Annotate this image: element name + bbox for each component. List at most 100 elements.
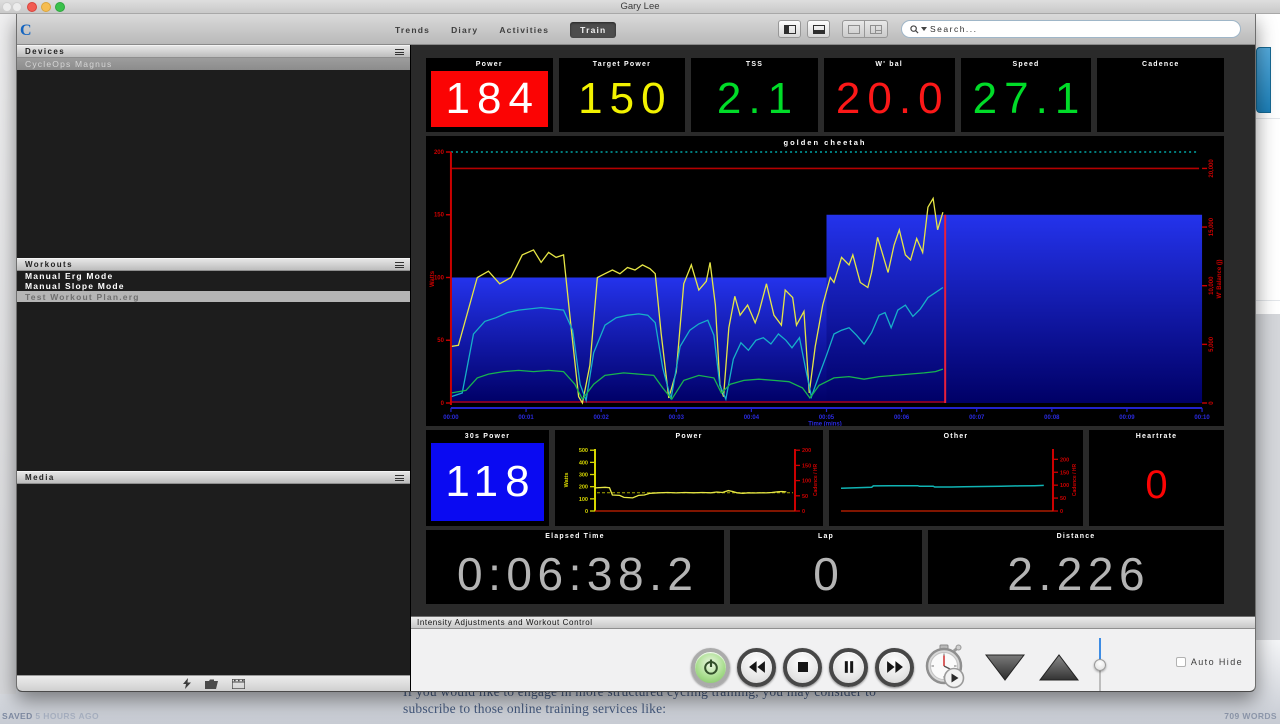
svg-text:00:01: 00:01 bbox=[518, 415, 534, 421]
svg-text:500: 500 bbox=[579, 448, 588, 454]
background-document-text: subscribe to those online training servi… bbox=[403, 701, 666, 717]
auto-hide-label: Auto Hide bbox=[1191, 657, 1243, 667]
svg-text:50: 50 bbox=[802, 494, 808, 500]
workout-item-test-plan[interactable]: Test Workout Plan.erg bbox=[17, 291, 410, 302]
svg-text:0: 0 bbox=[441, 401, 445, 407]
tiled-view-button[interactable] bbox=[865, 20, 888, 38]
svg-text:50: 50 bbox=[1060, 496, 1066, 502]
svg-text:Cadence / HR: Cadence / HR bbox=[1072, 463, 1078, 496]
search-placeholder: Search... bbox=[930, 24, 978, 34]
svg-text:W' Balance (j): W' Balance (j) bbox=[1217, 259, 1223, 298]
svg-text:0: 0 bbox=[585, 509, 588, 515]
layout-toggle-buttons bbox=[778, 20, 888, 38]
stop-button[interactable] bbox=[783, 648, 822, 687]
workout-plot-title: golden cheetah bbox=[426, 136, 1224, 149]
svg-text:Cadence / HR: Cadence / HR bbox=[813, 463, 819, 496]
divider bbox=[1256, 300, 1280, 301]
toggle-sidebar-button[interactable] bbox=[778, 20, 801, 38]
wbal-tile: W' bal 20.0 bbox=[824, 58, 955, 132]
svg-text:100: 100 bbox=[1060, 483, 1069, 489]
connect-power-button[interactable] bbox=[691, 648, 730, 687]
intensity-up-button[interactable] bbox=[1039, 654, 1079, 681]
lap-tile: Lap 0 bbox=[730, 530, 922, 604]
svg-text:400: 400 bbox=[579, 460, 588, 466]
lightning-icon[interactable] bbox=[183, 678, 191, 689]
rewind-icon bbox=[747, 657, 767, 677]
svg-text:200: 200 bbox=[802, 448, 811, 454]
rewind-button[interactable] bbox=[737, 648, 776, 687]
cadence-tile: Cadence 83 bbox=[1097, 58, 1224, 132]
open-folder-icon[interactable] bbox=[205, 679, 218, 689]
power-tile: Power 184 bbox=[426, 58, 553, 132]
fast-forward-button[interactable] bbox=[875, 648, 914, 687]
svg-text:00:09: 00:09 bbox=[1119, 415, 1135, 421]
search-input[interactable]: Search... bbox=[901, 20, 1241, 38]
pause-button[interactable] bbox=[829, 648, 868, 687]
intensity-down-button[interactable] bbox=[985, 654, 1025, 681]
menu-icon[interactable] bbox=[395, 49, 404, 57]
auto-hide-control[interactable]: Auto Hide bbox=[1176, 657, 1243, 667]
train-main-area: Power 184 Target Power 150 TSS 2.1 W' ba… bbox=[411, 45, 1255, 691]
tab-train[interactable]: Train bbox=[570, 22, 616, 38]
svg-text:00:02: 00:02 bbox=[594, 415, 610, 421]
svg-text:0: 0 bbox=[1209, 401, 1215, 405]
svg-text:00:07: 00:07 bbox=[969, 415, 985, 421]
svg-text:00:08: 00:08 bbox=[1044, 415, 1060, 421]
search-options-caret[interactable] bbox=[921, 27, 927, 31]
window-title: Gary Lee bbox=[0, 1, 1280, 12]
tabbed-view-button[interactable] bbox=[842, 20, 865, 38]
goldencheetah-window: C Trends Diary Activities Train bbox=[16, 14, 1256, 692]
tab-diary[interactable]: Diary bbox=[451, 25, 478, 35]
sidebar-icon bbox=[784, 25, 796, 34]
power-mini-chart-panel: Power 0100200300400500Watts050100150200C… bbox=[555, 430, 823, 526]
workouts-section-header: Workouts bbox=[17, 258, 410, 271]
tab-activities[interactable]: Activities bbox=[499, 25, 549, 35]
svg-text:5,000: 5,000 bbox=[1209, 336, 1215, 352]
train-sidebar: Devices CycleOps Magnus Workouts Manual … bbox=[17, 45, 411, 691]
svg-text:00:04: 00:04 bbox=[744, 415, 760, 421]
background-bleed-text: C bbox=[20, 22, 32, 40]
window-titlebar: Gary Lee bbox=[0, 0, 1280, 14]
workout-item-manual-erg[interactable]: Manual Erg Mode bbox=[17, 271, 410, 281]
power-mini-chart: 0100200300400500Watts050100150200Cadence… bbox=[555, 443, 823, 526]
svg-text:10,000: 10,000 bbox=[1209, 276, 1215, 295]
device-item-cycleops-magnus[interactable]: CycleOps Magnus bbox=[17, 58, 410, 70]
stop-icon bbox=[793, 657, 813, 677]
tiled-view-icon bbox=[870, 25, 882, 34]
auto-hide-checkbox[interactable] bbox=[1176, 657, 1186, 667]
menu-icon[interactable] bbox=[395, 262, 404, 270]
word-count: 709 WORDS bbox=[1224, 711, 1277, 721]
tss-tile: TSS 2.1 bbox=[691, 58, 818, 132]
menu-icon[interactable] bbox=[395, 475, 404, 483]
elapsed-time-tile: Elapsed Time 0:06:38.2 bbox=[426, 530, 724, 604]
speed-tile: Speed 27.1 bbox=[961, 58, 1092, 132]
lap-timer-button[interactable] bbox=[921, 644, 967, 691]
workout-plot-panel: golden cheetah 050100150200Watts00:0000:… bbox=[426, 136, 1224, 426]
svg-text:200: 200 bbox=[1060, 457, 1069, 463]
intensity-control-header: Intensity Adjustments and Workout Contro… bbox=[411, 616, 1255, 629]
svg-text:20,000: 20,000 bbox=[1209, 159, 1215, 178]
background-scrollbar-thumb[interactable] bbox=[1256, 47, 1271, 113]
toggle-lowbar-button[interactable] bbox=[807, 20, 830, 38]
main-toolbar: C Trends Diary Activities Train bbox=[17, 14, 1255, 45]
workout-control-panel: Auto Hide bbox=[411, 629, 1255, 691]
intensity-slider[interactable] bbox=[1093, 638, 1107, 692]
power-icon bbox=[701, 657, 721, 677]
tab-trends[interactable]: Trends bbox=[395, 25, 430, 35]
media-library-icon[interactable] bbox=[232, 679, 245, 689]
lowbar-icon bbox=[813, 25, 825, 34]
distance-tile: Distance 2.226 bbox=[928, 530, 1224, 604]
slider-knob[interactable] bbox=[1094, 659, 1106, 671]
view-tabs: Trends Diary Activities Train bbox=[395, 22, 616, 38]
svg-text:150: 150 bbox=[1060, 470, 1069, 476]
svg-text:100: 100 bbox=[802, 479, 811, 485]
background-app-right-edge bbox=[1256, 14, 1280, 314]
workout-item-manual-slope[interactable]: Manual Slope Mode bbox=[17, 281, 410, 291]
svg-text:200: 200 bbox=[579, 485, 588, 491]
devices-section-header: Devices bbox=[17, 45, 410, 58]
workout-plot-chart: 050100150200Watts00:0000:0100:0200:0300:… bbox=[426, 149, 1224, 426]
timers-row: Elapsed Time 0:06:38.2 Lap 0 Distance 2.… bbox=[426, 530, 1224, 604]
svg-text:150: 150 bbox=[434, 213, 445, 219]
transport-controls bbox=[691, 638, 1107, 692]
svg-text:00:03: 00:03 bbox=[669, 415, 685, 421]
